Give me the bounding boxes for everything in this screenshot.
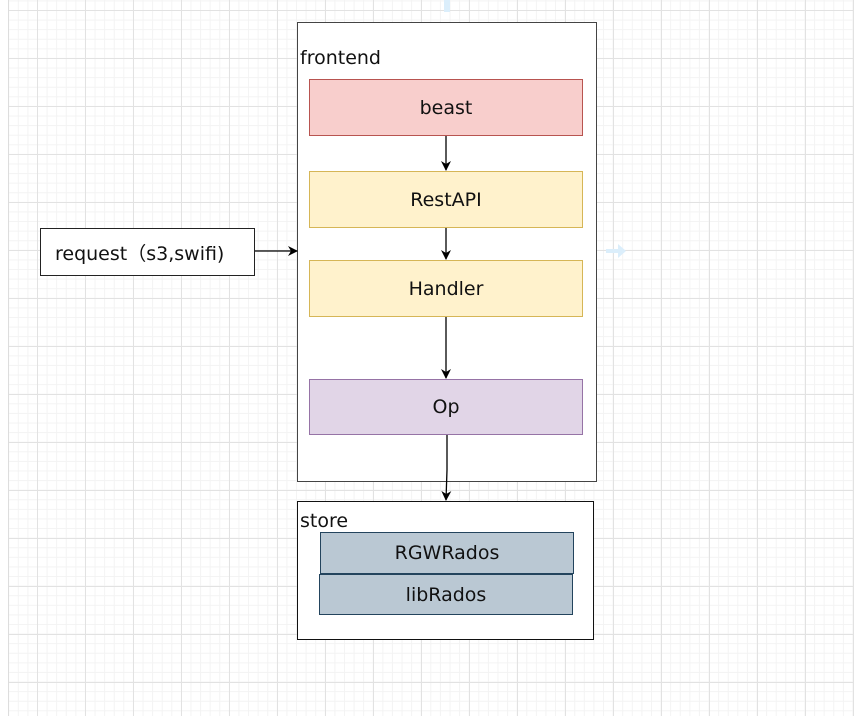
drag-hint-right-arrow [606, 244, 626, 258]
edge-op-store [441, 435, 452, 501]
edges-layer [255, 0, 626, 501]
drag-hint-top [444, 0, 450, 12]
